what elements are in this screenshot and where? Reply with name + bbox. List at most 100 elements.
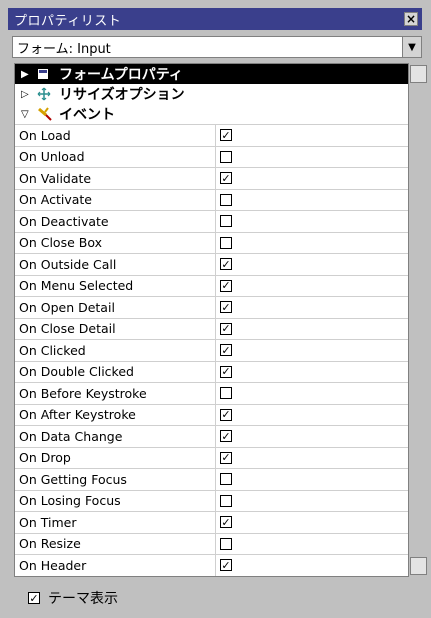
event-checkbox[interactable]: ✓	[220, 559, 232, 572]
event-checkbox[interactable]: ✓	[220, 322, 232, 335]
event-label: On Close Detail	[15, 318, 216, 339]
event-label: On Menu Selected	[15, 275, 216, 296]
event-value-cell	[216, 190, 408, 211]
event-label: On After Keystroke	[15, 404, 216, 425]
event-label: On Clicked	[15, 340, 216, 361]
event-row: On Open Detail ✓	[15, 296, 408, 318]
event-checkbox[interactable]	[220, 537, 232, 550]
event-label: On Before Keystroke	[15, 383, 216, 404]
event-value-cell	[216, 469, 408, 490]
event-label: On Double Clicked	[15, 361, 216, 382]
group-form-properties[interactable]: ▶ フォームプロパティ	[15, 64, 408, 84]
group-label: イベント	[59, 107, 115, 123]
event-label: On Resize	[15, 533, 216, 554]
event-checkbox[interactable]: ✓	[220, 408, 232, 421]
event-row: On Outside Call ✓	[15, 253, 408, 275]
event-value-cell: ✓	[216, 405, 408, 426]
event-value-cell	[216, 383, 408, 404]
event-row: On Data Change ✓	[15, 425, 408, 447]
event-value-cell	[216, 534, 408, 555]
event-checkbox[interactable]: ✓	[220, 301, 232, 314]
event-value-cell: ✓	[216, 276, 408, 297]
events-icon	[37, 107, 53, 121]
event-value-cell: ✓	[216, 319, 408, 340]
event-value-cell: ✓	[216, 297, 408, 318]
event-checkbox[interactable]: ✓	[220, 258, 232, 271]
event-checkbox[interactable]: ✓	[220, 344, 232, 357]
event-checkbox[interactable]: ✓	[220, 365, 232, 378]
chevron-down-icon[interactable]: ▼	[402, 37, 421, 57]
scrollbar-up[interactable]	[410, 65, 427, 83]
collapse-arrow-icon[interactable]: ▽	[21, 109, 33, 120]
resize-icon	[37, 87, 53, 101]
event-row: On Deactivate	[15, 210, 408, 232]
event-label: On Unload	[15, 146, 216, 167]
event-checkbox[interactable]: ✓	[220, 129, 232, 142]
event-label: On Activate	[15, 189, 216, 210]
event-label: On Outside Call	[15, 254, 216, 275]
event-value-cell: ✓	[216, 448, 408, 469]
close-icon[interactable]: ×	[404, 12, 418, 26]
event-row: On Validate ✓	[15, 167, 408, 189]
property-list-window: プロパティリスト × フォーム: Input ▼ ▶ フォームプロパティ ▷ リ…	[0, 0, 431, 618]
group-label: リサイズオプション	[59, 87, 185, 103]
object-selector[interactable]: フォーム: Input ▼	[12, 36, 422, 58]
event-row: On Close Detail ✓	[15, 317, 408, 340]
group-label: フォームプロパティ	[59, 67, 183, 83]
event-row: On Activate	[15, 188, 408, 211]
group-resize-options[interactable]: ▷ リサイズオプション	[15, 84, 408, 104]
event-row: On Losing Focus	[15, 489, 408, 512]
form-properties-icon	[37, 68, 53, 80]
event-value-cell	[216, 147, 408, 168]
scrollbar-down[interactable]	[410, 557, 427, 575]
event-label: On Data Change	[15, 426, 216, 447]
event-label: On Deactivate	[15, 211, 216, 232]
event-label: On Header	[15, 555, 216, 576]
event-checkbox[interactable]	[220, 150, 232, 163]
event-row: On Double Clicked ✓	[15, 360, 408, 382]
event-checkbox[interactable]	[220, 494, 232, 507]
event-row: On Menu Selected ✓	[15, 274, 408, 297]
group-events[interactable]: ▽ イベント	[15, 104, 408, 124]
scrollbar[interactable]	[409, 63, 428, 577]
expand-arrow-icon[interactable]: ▶	[21, 69, 33, 80]
event-checkbox[interactable]	[220, 387, 232, 400]
event-value-cell	[216, 211, 408, 232]
event-label: On Open Detail	[15, 297, 216, 318]
event-list: On Load ✓ On Unload On Validate ✓ On Activate…	[15, 124, 408, 576]
event-row: On Getting Focus	[15, 468, 408, 490]
window-titlebar[interactable]: プロパティリスト ×	[8, 8, 422, 30]
property-panel: ▶ フォームプロパティ ▷ リサイズオプション ▽ イベント On Load ✓ O…	[14, 63, 409, 577]
event-value-cell	[216, 491, 408, 512]
event-label: On Drop	[15, 447, 216, 468]
event-checkbox[interactable]: ✓	[220, 451, 232, 464]
event-checkbox[interactable]: ✓	[220, 172, 232, 185]
object-selector-value: フォーム: Input	[17, 41, 111, 57]
expand-arrow-icon[interactable]: ▷	[21, 89, 33, 100]
event-value-cell: ✓	[216, 512, 408, 533]
event-checkbox[interactable]: ✓	[220, 430, 232, 443]
event-checkbox[interactable]: ✓	[220, 516, 232, 529]
event-row: On Resize	[15, 532, 408, 555]
event-label: On Getting Focus	[15, 469, 216, 490]
theme-label: テーマ表示	[48, 591, 118, 607]
event-checkbox[interactable]	[220, 236, 232, 249]
event-label: On Timer	[15, 512, 216, 533]
event-row: On Timer ✓	[15, 511, 408, 533]
event-label: On Close Box	[15, 232, 216, 253]
theme-toggle[interactable]: ✓ テーマ表示	[14, 582, 409, 614]
event-label: On Losing Focus	[15, 490, 216, 511]
theme-checkbox[interactable]: ✓	[28, 592, 40, 604]
event-checkbox[interactable]: ✓	[220, 279, 232, 292]
event-row: On Before Keystroke	[15, 382, 408, 404]
event-checkbox[interactable]	[220, 193, 232, 206]
event-row: On After Keystroke ✓	[15, 403, 408, 426]
event-value-cell	[216, 233, 408, 254]
event-checkbox[interactable]	[220, 473, 232, 486]
event-row: On Drop ✓	[15, 446, 408, 469]
event-row: On Unload	[15, 145, 408, 168]
event-checkbox[interactable]	[220, 215, 232, 228]
event-value-cell: ✓	[216, 168, 408, 189]
event-value-cell: ✓	[216, 555, 408, 576]
event-label: On Load	[15, 125, 216, 146]
